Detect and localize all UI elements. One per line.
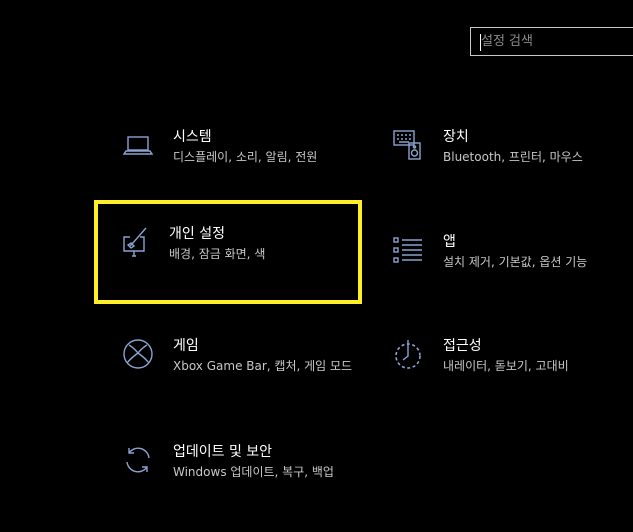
tile-gaming[interactable]: 게임 Xbox Game Bar, 캡처, 게임 모드 <box>98 312 360 412</box>
tile-description: Windows 업데이트, 복구, 백업 <box>173 465 334 479</box>
tile-title: 개인 설정 <box>169 226 225 242</box>
settings-search-box[interactable] <box>470 27 633 56</box>
tile-description: 디스플레이, 소리, 알림, 전원 <box>173 150 318 164</box>
xbox-icon <box>122 338 154 370</box>
tile-title: 업데이트 및 보안 <box>173 444 273 460</box>
laptop-icon <box>122 129 154 161</box>
tile-description: 설치 제거, 기본값, 옵션 기능 <box>443 255 588 269</box>
tile-title: 접근성 <box>443 338 482 354</box>
tile-title: 장치 <box>443 129 469 145</box>
keyboard-speaker-icon <box>392 129 424 161</box>
tile-title: 앱 <box>443 234 456 250</box>
tile-system[interactable]: 시스템 디스플레이, 소리, 알림, 전원 <box>98 103 360 203</box>
tile-personalization[interactable]: 개인 설정 배경, 잠금 화면, 색 <box>94 200 362 304</box>
tile-accessibility[interactable]: 접근성 내레이터, 돋보기, 고대비 <box>368 312 630 412</box>
accessibility-timer-icon <box>392 338 424 370</box>
tile-description: Bluetooth, 프린터, 마우스 <box>443 150 583 164</box>
app-list-icon <box>392 234 424 266</box>
text-caret <box>480 34 481 51</box>
tile-description: 내레이터, 돋보기, 고대비 <box>443 359 569 373</box>
tile-description: Xbox Game Bar, 캡처, 게임 모드 <box>173 359 353 373</box>
sync-icon <box>122 444 154 476</box>
search-input[interactable] <box>471 28 633 55</box>
tile-title: 시스템 <box>173 129 212 145</box>
paintbrush-monitor-icon <box>118 226 150 258</box>
tile-update-security[interactable]: 업데이트 및 보안 Windows 업데이트, 복구, 백업 <box>98 418 360 518</box>
tile-description: 배경, 잠금 화면, 색 <box>169 247 266 261</box>
tile-devices[interactable]: 장치 Bluetooth, 프린터, 마우스 <box>368 103 630 203</box>
tile-title: 게임 <box>173 338 199 354</box>
tile-apps[interactable]: 앱 설치 제거, 기본값, 옵션 기능 <box>368 208 630 308</box>
